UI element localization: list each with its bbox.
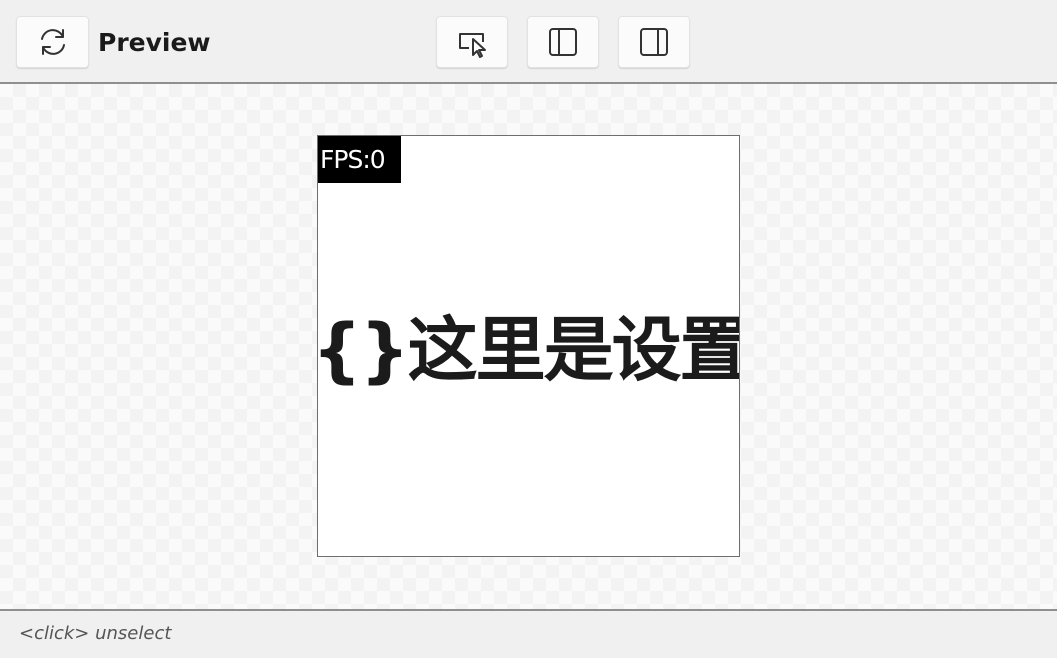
dock-left-button[interactable] xyxy=(527,16,599,68)
preview-content-text[interactable]: {}这里是设置文 xyxy=(318,304,739,396)
status-hint: <click> unselect xyxy=(19,623,172,644)
page-title: Preview xyxy=(98,28,211,57)
select-element-button[interactable] xyxy=(436,16,508,68)
panel-right-icon xyxy=(637,25,671,59)
fps-counter: FPS:0 xyxy=(318,136,401,183)
select-cursor-icon xyxy=(455,25,489,59)
dock-right-button[interactable] xyxy=(618,16,690,68)
preview-canvas[interactable]: FPS:0 {}这里是设置文 xyxy=(317,135,740,557)
refresh-button[interactable] xyxy=(16,16,89,68)
panel-left-icon xyxy=(546,25,580,59)
refresh-icon xyxy=(36,25,70,59)
toolbar: Preview xyxy=(0,0,1057,84)
preview-stage[interactable]: FPS:0 {}这里是设置文 xyxy=(0,84,1057,609)
status-bar: <click> unselect xyxy=(0,609,1057,658)
